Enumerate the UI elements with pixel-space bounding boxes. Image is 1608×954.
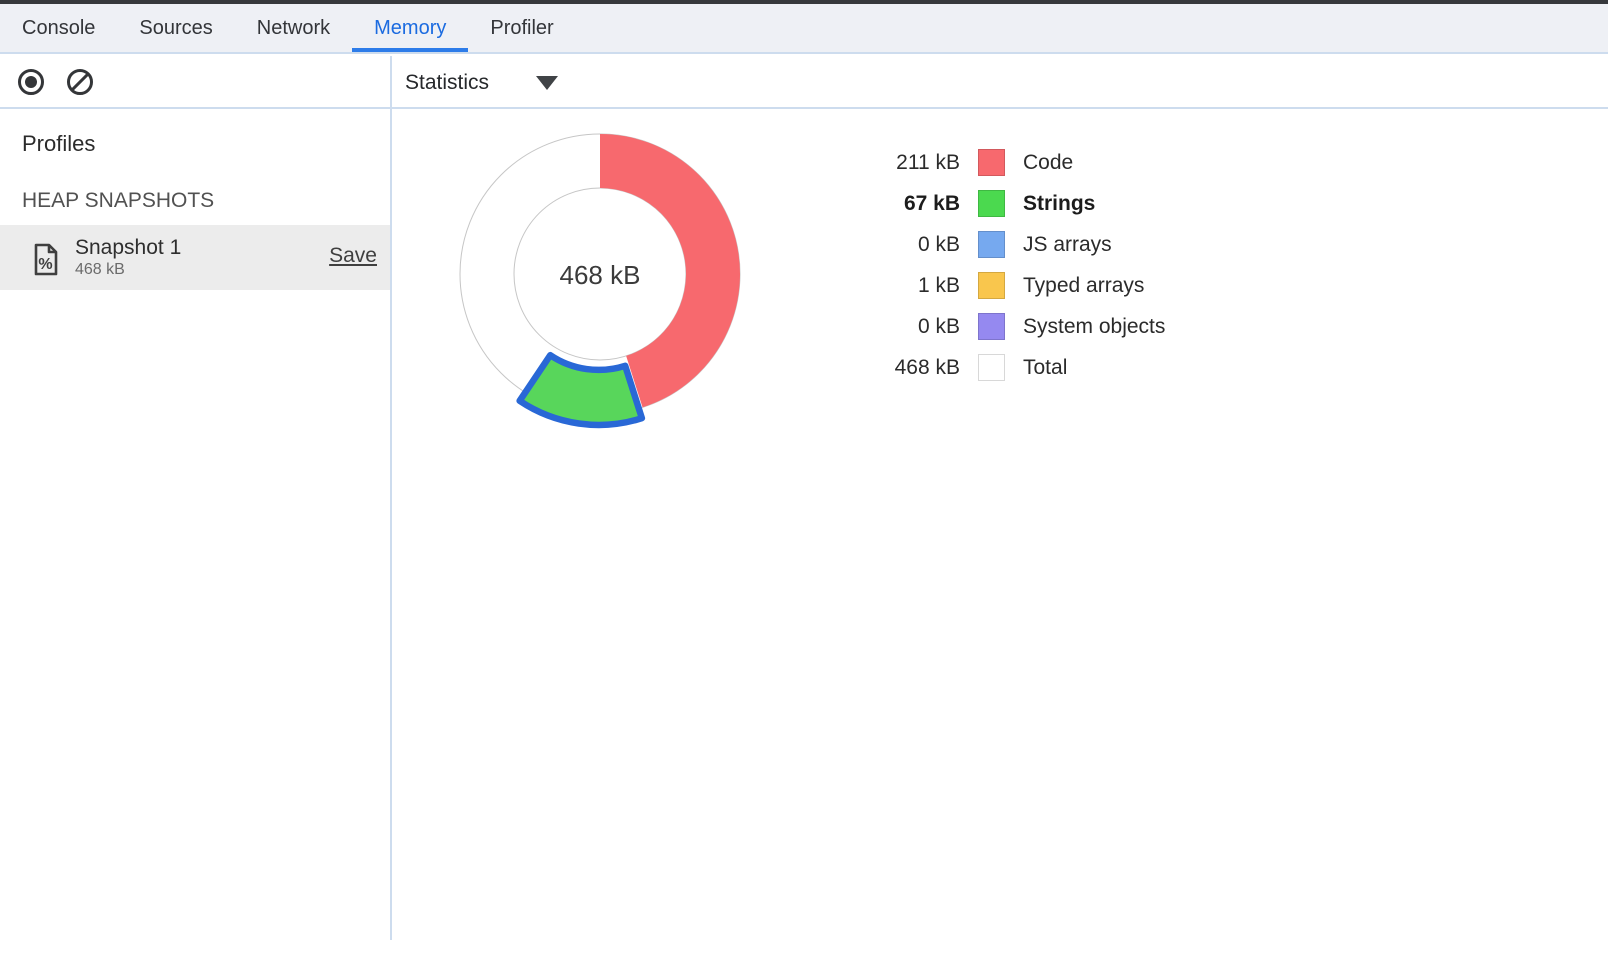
legend-swatch-typed-arrays <box>978 272 1005 299</box>
save-snapshot-link[interactable]: Save <box>329 244 377 268</box>
legend-label: Code <box>1023 151 1073 175</box>
snapshot-size: 468 kB <box>75 260 181 280</box>
legend-row-system-objects[interactable]: 0 kB System objects <box>855 306 1165 347</box>
legend-swatch-strings <box>978 190 1005 217</box>
legend-label: Strings <box>1023 192 1095 216</box>
donut-center-total: 468 kB <box>520 260 680 291</box>
perspective-select-label: Statistics <box>405 71 489 95</box>
snapshot-title: Snapshot 1 <box>75 235 181 260</box>
tab-network[interactable]: Network <box>235 4 352 52</box>
sidebar-resize-divider[interactable] <box>390 56 392 940</box>
tab-console[interactable]: Console <box>0 4 117 52</box>
legend-row-total[interactable]: 468 kB Total <box>855 347 1165 388</box>
perspective-select[interactable]: Statistics <box>405 56 558 109</box>
tab-profiler[interactable]: Profiler <box>468 4 575 52</box>
record-icon <box>17 68 45 96</box>
legend-value: 0 kB <box>855 315 960 339</box>
legend-swatch-total <box>978 354 1005 381</box>
legend-swatch-code <box>978 149 1005 176</box>
heap-snapshot-file-icon: % <box>33 243 59 276</box>
legend-value: 0 kB <box>855 233 960 257</box>
legend-value: 1 kB <box>855 274 960 298</box>
sidebar-item-snapshot-1[interactable]: % Snapshot 1 468 kB Save <box>0 225 390 290</box>
legend-label: Typed arrays <box>1023 274 1144 298</box>
legend-label: JS arrays <box>1023 233 1112 257</box>
triangle-down-icon <box>536 76 558 90</box>
donut-slice-strings[interactable] <box>520 355 642 425</box>
legend-value: 67 kB <box>855 192 960 216</box>
legend-label: System objects <box>1023 315 1165 339</box>
devtools-tab-bar: Console Sources Network Memory Profiler <box>0 4 1608 54</box>
record-button[interactable] <box>17 68 45 96</box>
legend-row-js-arrays[interactable]: 0 kB JS arrays <box>855 224 1165 265</box>
legend-row-typed-arrays[interactable]: 1 kB Typed arrays <box>855 265 1165 306</box>
heap-snapshots-section-heading: HEAP SNAPSHOTS <box>22 189 214 213</box>
legend-row-code[interactable]: 211 kB Code <box>855 142 1165 183</box>
legend-label: Total <box>1023 356 1067 380</box>
clear-button[interactable] <box>66 68 94 96</box>
clear-all-icon <box>66 68 94 96</box>
legend-row-strings[interactable]: 67 kB Strings <box>855 183 1165 224</box>
legend-value: 211 kB <box>855 151 960 175</box>
legend-value: 468 kB <box>855 356 960 380</box>
tab-memory[interactable]: Memory <box>352 4 468 52</box>
chart-legend: 211 kB Code 67 kB Strings 0 kB JS arrays… <box>855 142 1165 388</box>
svg-text:%: % <box>38 256 52 273</box>
profiles-heading: Profiles <box>22 131 95 157</box>
legend-swatch-system-objects <box>978 313 1005 340</box>
legend-swatch-js-arrays <box>978 231 1005 258</box>
tab-sources[interactable]: Sources <box>117 4 234 52</box>
memory-toolbar <box>0 56 1608 109</box>
